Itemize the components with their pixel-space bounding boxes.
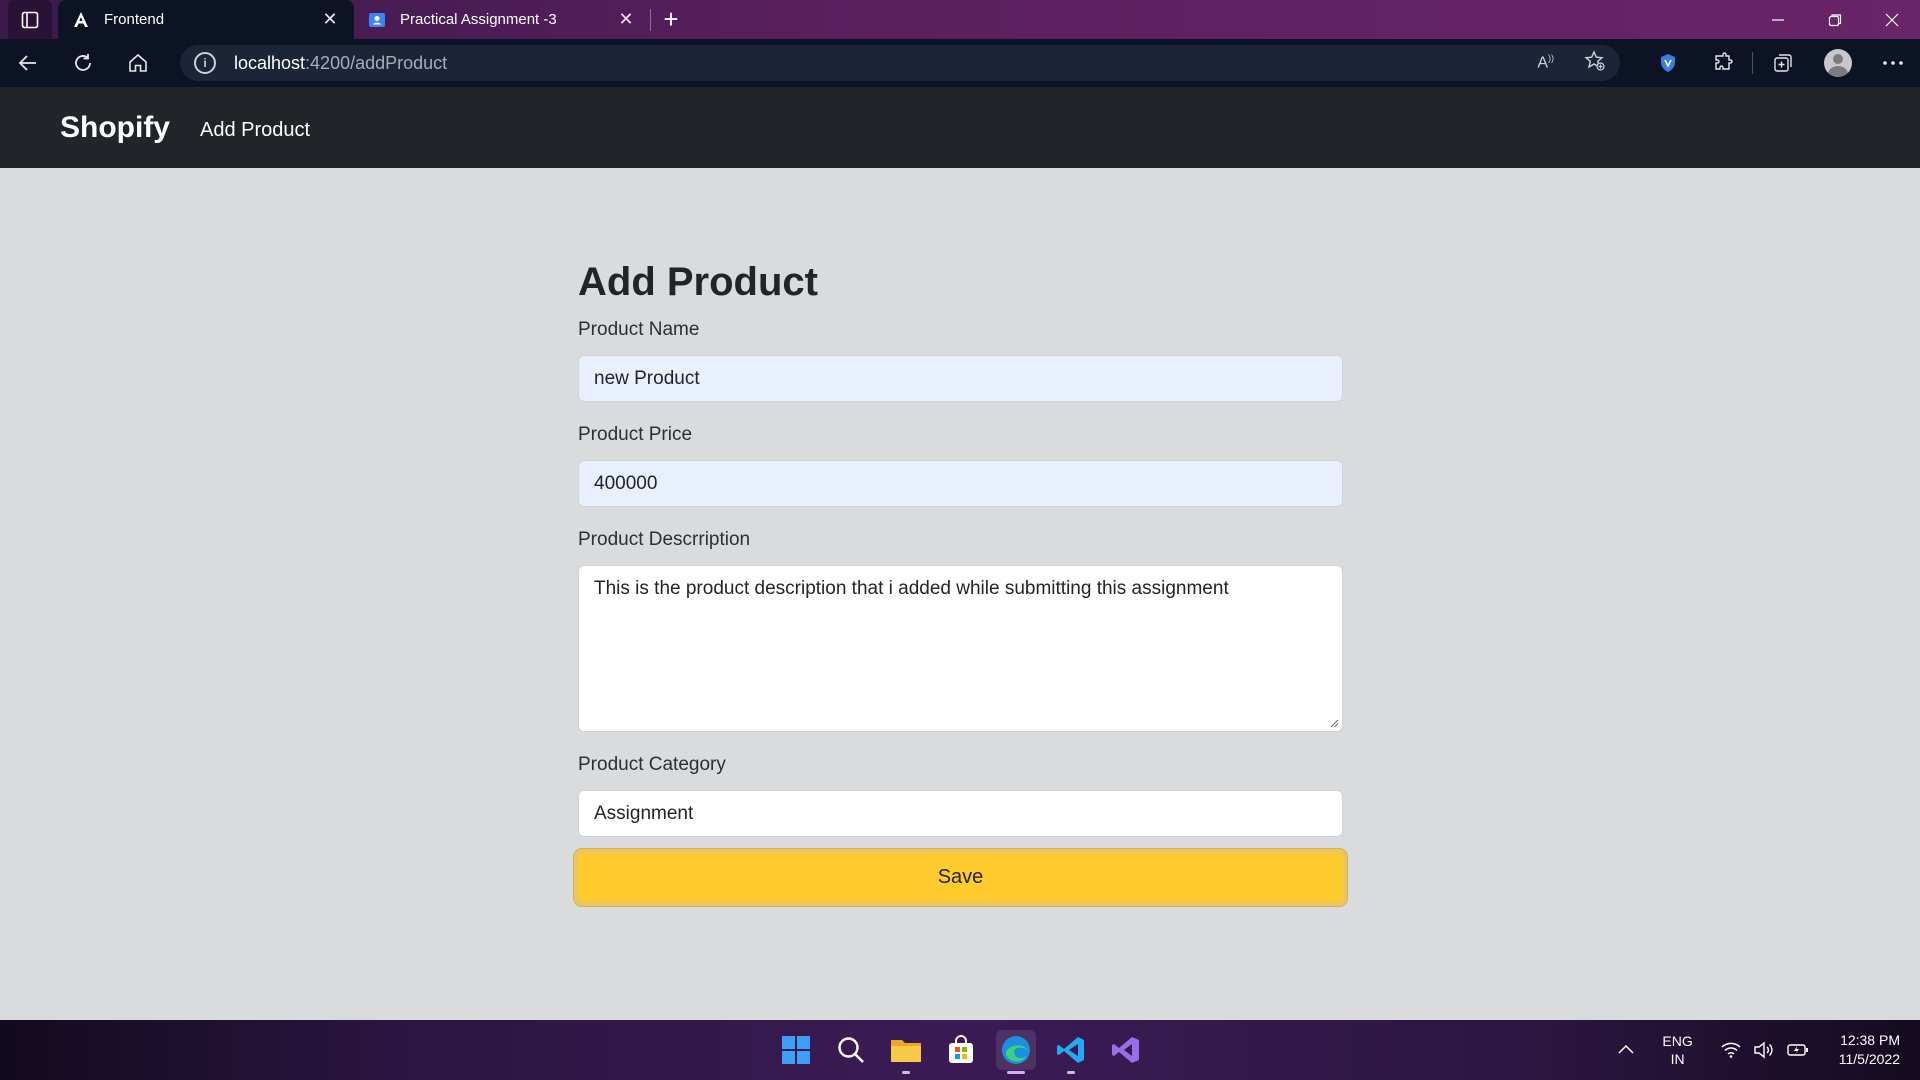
site-info-icon[interactable]: i <box>194 52 216 74</box>
back-icon[interactable] <box>0 39 55 87</box>
running-indicator <box>902 1071 910 1074</box>
search-icon[interactable] <box>831 1030 871 1070</box>
app-navbar: Shopify Add Product <box>0 87 1920 168</box>
product-category-input[interactable]: Assignment <box>578 790 1343 837</box>
nav-link-add-product[interactable]: Add Product <box>200 119 310 142</box>
close-tab-icon[interactable]: ✕ <box>320 9 340 30</box>
system-tray: ENG IN 12:38 PM 11/5/2022 <box>1618 1020 1900 1080</box>
clock-time: 12:38 PM <box>1840 1032 1900 1048</box>
browser-tab-strip: Frontend ✕ Practical Assignment -3 ✕ + <box>0 0 1920 39</box>
tab-title: Practical Assignment -3 <box>400 11 557 28</box>
taskbar: ENG IN 12:38 PM 11/5/2022 <box>0 1020 1920 1080</box>
tab-actions-icon <box>21 11 39 28</box>
clock-date: 11/5/2022 <box>1838 1051 1900 1067</box>
product-price-input[interactable]: 400000 <box>578 460 1343 507</box>
collections-icon[interactable] <box>1755 39 1810 87</box>
avatar-icon <box>1823 49 1852 77</box>
new-tab-button[interactable]: + <box>651 0 691 39</box>
tab-title: Frontend <box>104 11 165 28</box>
refresh-icon[interactable] <box>55 39 110 87</box>
show-hidden-icons-icon[interactable] <box>1618 1041 1634 1059</box>
taskbar-apps <box>776 1020 1146 1080</box>
language-code: ENG <box>1662 1033 1693 1049</box>
running-indicator <box>1067 1071 1075 1074</box>
classroom-icon <box>368 11 386 29</box>
add-product-form: Add Product Product Name new Product Pro… <box>574 168 1347 906</box>
product-description-textarea[interactable]: This is the product description that i a… <box>578 565 1343 732</box>
clock[interactable]: 12:38 PM 11/5/2022 <box>1839 1031 1900 1069</box>
product-description-label: Product Descrription <box>578 529 751 550</box>
close-tab-icon[interactable]: ✕ <box>616 9 636 30</box>
url-host: localhost <box>234 52 306 73</box>
running-indicator <box>1007 1071 1025 1074</box>
profile-avatar[interactable] <box>1810 39 1865 87</box>
region-code: IN <box>1670 1051 1685 1067</box>
edge-browser-icon[interactable] <box>996 1030 1036 1074</box>
more-options-icon[interactable] <box>1865 39 1920 87</box>
product-category-label: Product Category <box>578 754 726 775</box>
read-aloud-icon[interactable]: A)) <box>1537 53 1554 72</box>
volume-icon <box>1754 1041 1773 1059</box>
product-name-label: Product Name <box>578 319 700 340</box>
add-favorite-icon[interactable] <box>1584 49 1606 77</box>
page-title: Add Product <box>578 260 818 304</box>
product-price-label: Product Price <box>578 424 693 445</box>
extensions-icon[interactable] <box>1695 39 1750 87</box>
toolbar-separator <box>1752 52 1753 74</box>
tab-actions-button[interactable] <box>8 0 52 39</box>
window-controls <box>1749 0 1920 39</box>
save-button[interactable]: Save <box>574 849 1347 906</box>
restore-icon[interactable] <box>1806 0 1863 39</box>
resize-grip-icon[interactable] <box>1329 718 1339 728</box>
file-explorer-icon[interactable] <box>886 1030 926 1074</box>
windows-start-icon[interactable] <box>776 1030 816 1070</box>
minimize-icon[interactable] <box>1749 0 1806 39</box>
home-icon[interactable] <box>110 39 165 87</box>
tab-practical-assignment[interactable]: Practical Assignment -3 ✕ <box>354 0 650 39</box>
vscode-icon[interactable] <box>1051 1030 1091 1074</box>
description-text: This is the product description that i a… <box>594 578 1229 599</box>
tab-frontend[interactable]: Frontend ✕ <box>58 0 354 39</box>
battery-icon <box>1787 1044 1808 1056</box>
store-icon[interactable] <box>941 1030 981 1070</box>
product-name-input[interactable]: new Product <box>578 355 1343 402</box>
browser-toolbar: i localhost:4200/addProduct A)) <box>0 39 1920 87</box>
wifi-icon <box>1721 1042 1741 1058</box>
address-bar[interactable]: i localhost:4200/addProduct A)) <box>180 45 1620 81</box>
brand-logo[interactable]: Shopify <box>60 111 170 145</box>
url-path: :4200/addProduct <box>305 52 448 73</box>
shield-icon[interactable] <box>1640 39 1695 87</box>
close-window-icon[interactable] <box>1863 0 1920 39</box>
visual-studio-icon[interactable] <box>1106 1030 1146 1070</box>
language-indicator[interactable]: ENG IN <box>1662 1032 1692 1068</box>
angular-icon <box>72 11 90 29</box>
quick-settings[interactable] <box>1721 1041 1809 1059</box>
